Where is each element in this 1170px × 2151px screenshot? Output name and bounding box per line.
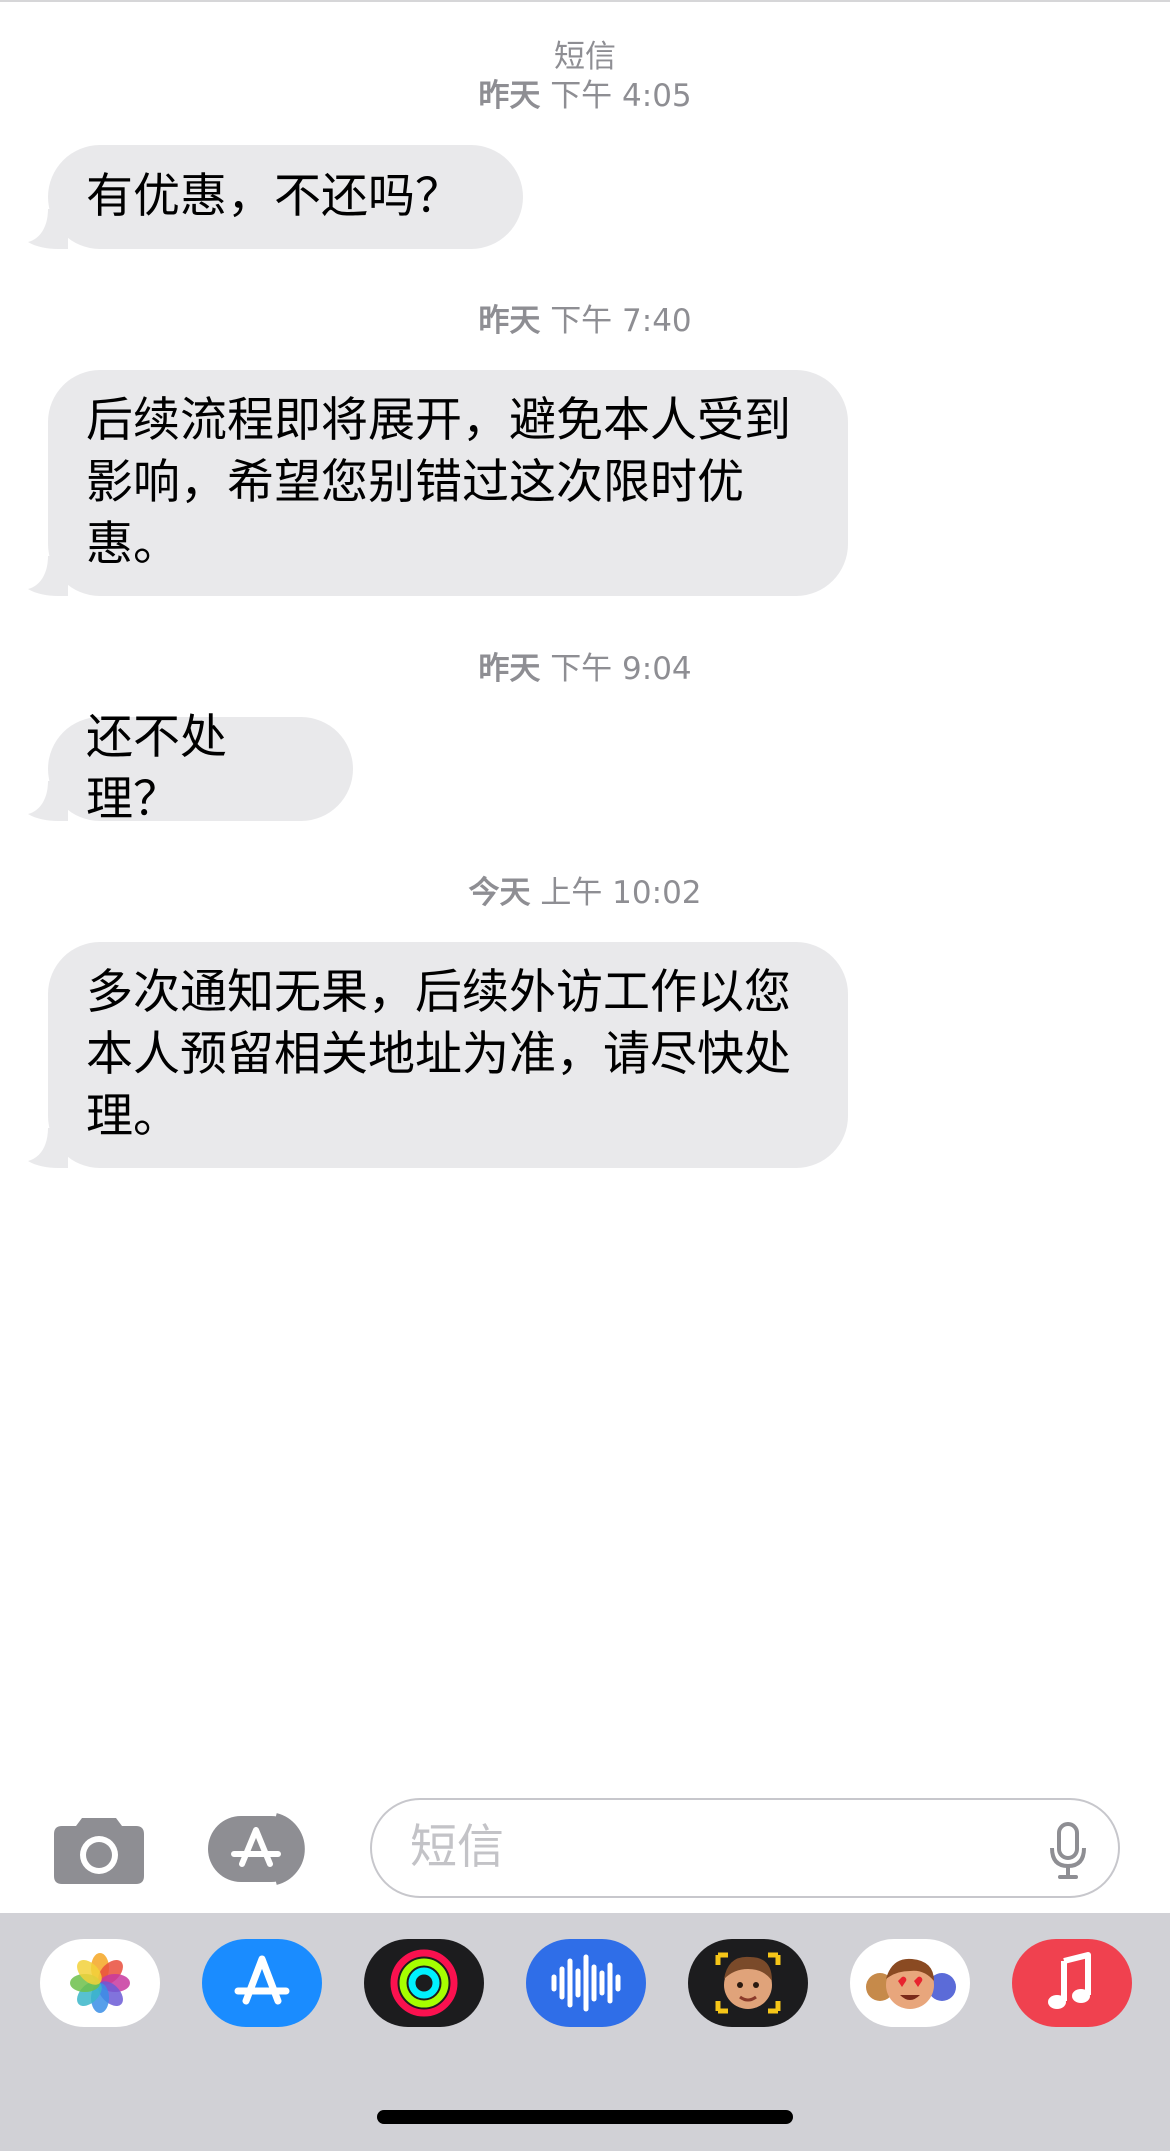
memoji-stickers-icon[interactable] — [850, 1939, 970, 2027]
message-input[interactable]: 短信 — [370, 1798, 1120, 1898]
bubble-tail — [28, 556, 68, 596]
message-bubble[interactable]: 后续流程即将展开，避免本人受到影响，希望您别错过这次限时优惠。 — [28, 370, 848, 596]
service-label: 短信 — [554, 39, 616, 75]
bubble-tail — [28, 1128, 68, 1168]
microphone-icon[interactable] — [1048, 1822, 1088, 1880]
photos-icon[interactable] — [40, 1939, 160, 2027]
compose-bar: 短信 — [0, 1790, 1170, 1910]
message-bubble[interactable]: 还不处理？ — [28, 710, 353, 827]
camera-icon[interactable] — [52, 1812, 146, 1886]
timestamp: 昨天 下午 7:40 — [0, 302, 1170, 340]
timestamp: 昨天 下午 4:05 — [0, 77, 1170, 115]
timestamp-time: 下午 9:04 — [550, 651, 692, 687]
timestamp-time: 下午 4:05 — [550, 78, 692, 114]
message-text: 还不处理？ — [86, 710, 227, 827]
top-divider — [0, 0, 1170, 2]
app-store-toggle-icon[interactable] — [206, 1812, 318, 1886]
timestamp-day: 昨天 — [478, 303, 541, 339]
app-drawer — [0, 1913, 1170, 2151]
timestamp-time: 上午 10:02 — [540, 875, 702, 911]
bubble-tail — [28, 209, 68, 249]
timestamp-day: 昨天 — [478, 78, 541, 114]
message-bubble[interactable]: 有优惠，不还吗？ — [28, 145, 523, 249]
app-store-icon[interactable] — [202, 1939, 322, 2027]
music-icon[interactable] — [1012, 1939, 1132, 2027]
message-bubble[interactable]: 多次通知无果，后续外访工作以您本人预留相关地址为准，请尽快处理。 — [28, 942, 848, 1168]
timestamp-time: 下午 7:40 — [550, 303, 692, 339]
home-indicator[interactable] — [377, 2110, 793, 2124]
timestamp: 今天 上午 10:02 — [0, 874, 1170, 912]
audio-message-icon[interactable] — [526, 1939, 646, 2027]
timestamp-day: 今天 — [468, 875, 531, 911]
memoji-camera-icon[interactable] — [688, 1939, 808, 2027]
timestamp: 昨天 下午 9:04 — [0, 650, 1170, 688]
message-text: 后续流程即将展开，避免本人受到影响，希望您别错过这次限时优惠。 — [86, 393, 791, 572]
message-input-placeholder: 短信 — [410, 1820, 504, 1875]
message-text: 多次通知无果，后续外访工作以您本人预留相关地址为准，请尽快处理。 — [86, 965, 791, 1144]
timestamp-day: 昨天 — [478, 651, 541, 687]
message-text: 有优惠，不还吗？ — [86, 169, 462, 224]
bubble-tail — [28, 781, 68, 821]
fitness-activity-icon[interactable] — [364, 1939, 484, 2027]
